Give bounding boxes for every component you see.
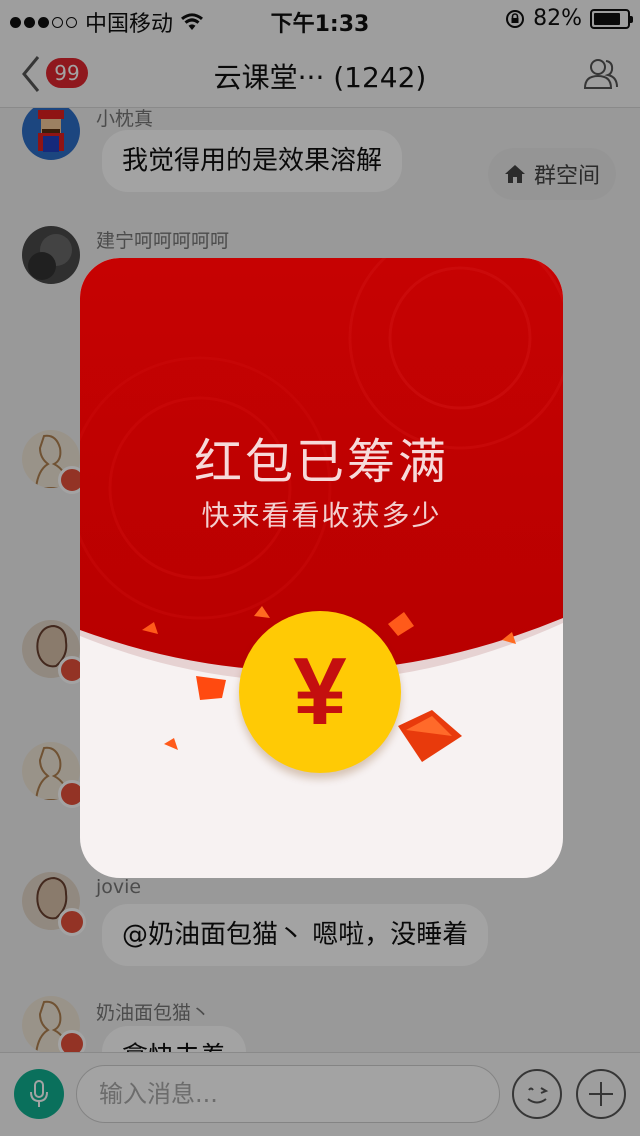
open-red-packet-button[interactable]: ¥ (239, 611, 401, 773)
confetti-icon (388, 612, 414, 636)
confetti-icon (254, 606, 270, 618)
confetti-icon (502, 632, 516, 644)
red-packet-title: 红包已筹满 (193, 434, 449, 490)
yuan-icon: ¥ (293, 638, 347, 745)
red-packet-modal: 红包已筹满 快来看看收获多少 ¥ (80, 258, 563, 878)
confetti-icon (164, 738, 178, 750)
confetti-icon (196, 676, 226, 700)
confetti-icon (398, 710, 462, 762)
red-packet-subtitle: 快来看看收获多少 (201, 499, 442, 532)
confetti-icon (142, 622, 158, 634)
